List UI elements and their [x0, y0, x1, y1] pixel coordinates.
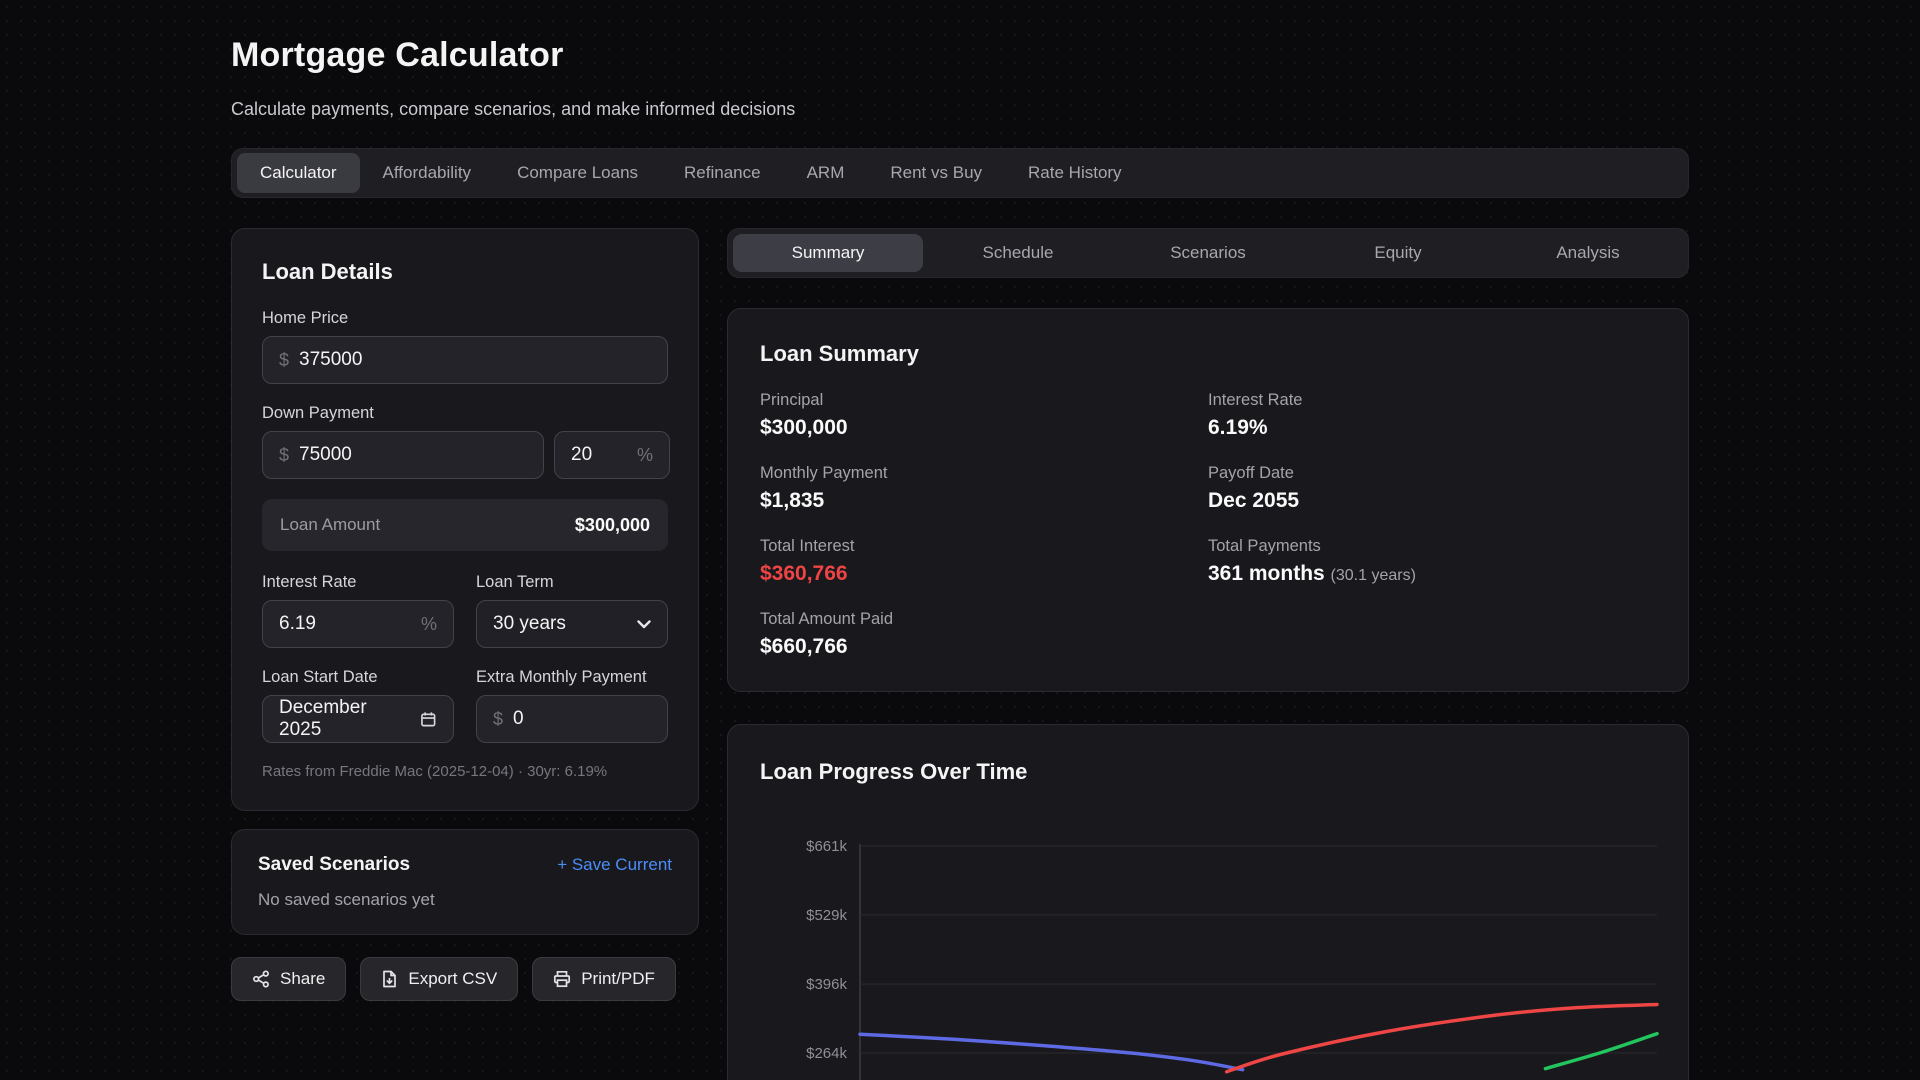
- loan-summary-title: Loan Summary: [760, 341, 1656, 367]
- extra-payment-label: Extra Monthly Payment: [476, 668, 668, 687]
- extra-payment-field: $: [476, 695, 668, 743]
- saved-scenarios-panel: Saved Scenarios + Save Current No saved …: [231, 829, 699, 935]
- export-csv-button-label: Export CSV: [408, 969, 497, 989]
- dollar-prefix: $: [279, 350, 289, 371]
- interest-rate-field: %: [262, 600, 454, 648]
- loan-details-title: Loan Details: [262, 259, 668, 285]
- interest-rate-label: Interest Rate: [262, 573, 454, 592]
- y-tick-label: $264k: [806, 1045, 847, 1062]
- page-title: Mortgage Calculator: [231, 36, 1689, 75]
- down-payment-field: $: [262, 431, 544, 479]
- start-date-label: Loan Start Date: [262, 668, 454, 687]
- down-payment-percent-field: %: [554, 431, 670, 479]
- loan-term-label: Loan Term: [476, 573, 668, 592]
- tab-refinance[interactable]: Refinance: [661, 153, 784, 193]
- rates-source-note: Rates from Freddie Mac (2025-12-04) · 30…: [262, 763, 668, 780]
- loan-progress-chart: Loan Progress Over Time $661k$529k$396k$…: [727, 724, 1689, 1080]
- summary-item-principal: Principal $300,000: [760, 391, 1208, 440]
- export-csv-button[interactable]: Export CSV: [360, 957, 518, 1001]
- summary-item-total-amount-paid: Total Amount Paid $660,766: [760, 610, 1208, 659]
- tab-schedule[interactable]: Schedule: [923, 234, 1113, 272]
- tab-scenarios[interactable]: Scenarios: [1113, 234, 1303, 272]
- total-payments-note: (30.1 years): [1331, 567, 1416, 584]
- y-tick-label: $661k: [806, 838, 847, 855]
- summary-item-total-interest: Total Interest $360,766: [760, 537, 1208, 586]
- loan-term-select[interactable]: 30 years: [476, 600, 668, 648]
- home-price-input[interactable]: [299, 349, 651, 371]
- share-button-label: Share: [280, 969, 325, 989]
- summary-item-interest-rate: Interest Rate 6.19%: [1208, 391, 1656, 440]
- series-cumulative-interest: [1227, 1005, 1657, 1072]
- page-subtitle: Calculate payments, compare scenarios, a…: [231, 99, 1689, 120]
- printer-icon: [553, 970, 571, 988]
- share-icon: [252, 970, 270, 988]
- percent-suffix: %: [421, 614, 437, 635]
- home-price-label: Home Price: [262, 309, 668, 328]
- file-download-icon: [381, 970, 398, 988]
- print-pdf-button-label: Print/PDF: [581, 969, 655, 989]
- percent-suffix: %: [637, 445, 653, 466]
- tab-arm[interactable]: ARM: [784, 153, 868, 193]
- loan-term-value: 30 years: [493, 613, 627, 635]
- tab-summary[interactable]: Summary: [733, 234, 923, 272]
- y-tick-label: $529k: [806, 907, 847, 924]
- start-date-field[interactable]: December 2025: [262, 695, 454, 743]
- tab-rent-vs-buy[interactable]: Rent vs Buy: [867, 153, 1005, 193]
- tab-rate-history[interactable]: Rate History: [1005, 153, 1145, 193]
- summary-item-payoff-date: Payoff Date Dec 2055: [1208, 464, 1656, 513]
- summary-item-monthly-payment: Monthly Payment $1,835: [760, 464, 1208, 513]
- page: Mortgage Calculator Calculate payments, …: [231, 0, 1689, 1080]
- result-tab-bar: Summary Schedule Scenarios Equity Analys…: [727, 228, 1689, 278]
- saved-scenarios-empty-text: No saved scenarios yet: [258, 890, 672, 910]
- interest-rate-input[interactable]: [279, 613, 411, 635]
- loan-summary-panel: Loan Summary Principal $300,000 Interest…: [727, 308, 1689, 692]
- chevron-down-icon: [637, 620, 651, 629]
- save-current-link[interactable]: + Save Current: [557, 855, 672, 875]
- share-button[interactable]: Share: [231, 957, 346, 1001]
- main-tab-bar: Calculator Affordability Compare Loans R…: [231, 148, 1689, 198]
- down-payment-percent-input[interactable]: [571, 444, 627, 466]
- tab-affordability[interactable]: Affordability: [360, 153, 495, 193]
- tab-compare-loans[interactable]: Compare Loans: [494, 153, 661, 193]
- extra-payment-input[interactable]: [513, 708, 651, 730]
- y-tick-label: $396k: [806, 976, 847, 993]
- chart-title: Loan Progress Over Time: [728, 725, 1688, 785]
- down-payment-label: Down Payment: [262, 404, 668, 423]
- series-remaining-balance: [860, 1034, 1243, 1069]
- series-equity-principal-paid: [1545, 1034, 1657, 1069]
- loan-amount-value: $300,000: [575, 515, 650, 536]
- print-pdf-button[interactable]: Print/PDF: [532, 957, 676, 1001]
- home-price-field: $: [262, 336, 668, 384]
- tab-analysis[interactable]: Analysis: [1493, 234, 1683, 272]
- loan-amount-label: Loan Amount: [280, 515, 380, 535]
- saved-scenarios-title: Saved Scenarios: [258, 854, 410, 876]
- down-payment-input[interactable]: [299, 444, 527, 466]
- chart-plot-area: $661k $529k $396k $264k: [728, 835, 1688, 1080]
- start-date-value: December 2025: [279, 697, 410, 741]
- loan-details-panel: Loan Details Home Price $ Down Payment $: [231, 228, 699, 811]
- summary-item-total-payments: Total Payments 361 months (30.1 years): [1208, 537, 1656, 586]
- tab-equity[interactable]: Equity: [1303, 234, 1493, 272]
- dollar-prefix: $: [493, 709, 503, 730]
- tab-calculator[interactable]: Calculator: [237, 153, 360, 193]
- dollar-prefix: $: [279, 445, 289, 466]
- calendar-icon: [420, 711, 437, 728]
- loan-amount-row: Loan Amount $300,000: [262, 499, 668, 551]
